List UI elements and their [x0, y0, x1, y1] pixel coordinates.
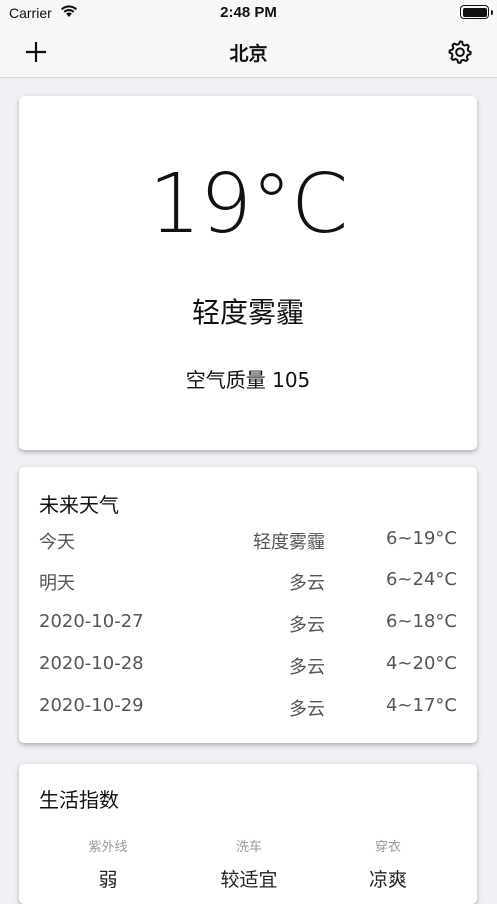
life-index-item: 紫外线 弱 [38, 836, 178, 892]
air-quality: 空气质量 105 [185, 368, 311, 392]
life-index-name: 洗车 [235, 840, 262, 855]
city-title: 北京 [229, 43, 268, 65]
forecast-condition: 多云 [289, 615, 325, 636]
forecast-temp: 6~18°C [385, 611, 457, 632]
life-index-item: 穿衣 凉爽 [318, 836, 458, 892]
status-time: 2:48 PM [220, 4, 277, 21]
forecast-row: 2020-10-28 多云 4~20°C [39, 653, 457, 679]
forecast-date: 2020-10-27 [39, 611, 144, 632]
forecast-condition: 多云 [289, 573, 325, 594]
forecast-temp: 4~20°C [385, 653, 457, 674]
navigation-bar: 北京 [0, 26, 497, 78]
life-index-value: 弱 [98, 869, 118, 891]
forecast-title: 未来天气 [39, 493, 119, 517]
current-condition: 轻度雾霾 [191, 296, 304, 329]
life-index-name: 紫外线 [88, 840, 128, 855]
life-index-card: 生活指数 紫外线 弱 洗车 较适宜 穿衣 凉爽 [19, 764, 477, 904]
life-index-title: 生活指数 [39, 788, 119, 812]
forecast-condition: 多云 [289, 657, 325, 678]
forecast-temp: 6~24°C [385, 569, 457, 590]
life-index-value: 较适宜 [220, 869, 278, 891]
current-weather-card: 19°C 轻度雾霾 空气质量 105 [19, 96, 477, 450]
settings-button[interactable] [443, 35, 477, 69]
battery-icon [460, 5, 493, 19]
forecast-row: 2020-10-27 多云 6~18°C [39, 611, 457, 637]
forecast-card: 未来天气 今天 轻度雾霾 6~19°C 明天 多云 6~24°C 2020-10… [19, 467, 477, 743]
gear-icon [448, 40, 472, 64]
current-temperature: 19°C [148, 157, 349, 252]
life-index-value: 凉爽 [368, 869, 407, 891]
forecast-temp: 6~19°C [385, 528, 457, 549]
life-index-name: 穿衣 [374, 840, 401, 855]
forecast-date: 明天 [39, 573, 75, 594]
forecast-date: 2020-10-28 [39, 653, 144, 674]
life-index-item: 洗车 较适宜 [179, 836, 319, 892]
forecast-row: 今天 轻度雾霾 6~19°C [39, 528, 457, 554]
forecast-row: 2020-10-29 多云 4~17°C [39, 695, 457, 721]
forecast-condition: 多云 [289, 699, 325, 720]
forecast-date: 2020-10-29 [39, 695, 144, 716]
forecast-temp: 4~17°C [385, 695, 457, 716]
status-bar: Carrier 2:48 PM [0, 0, 497, 26]
forecast-row: 明天 多云 6~24°C [39, 569, 457, 595]
forecast-condition: 轻度雾霾 [253, 532, 325, 553]
forecast-date: 今天 [39, 532, 75, 553]
